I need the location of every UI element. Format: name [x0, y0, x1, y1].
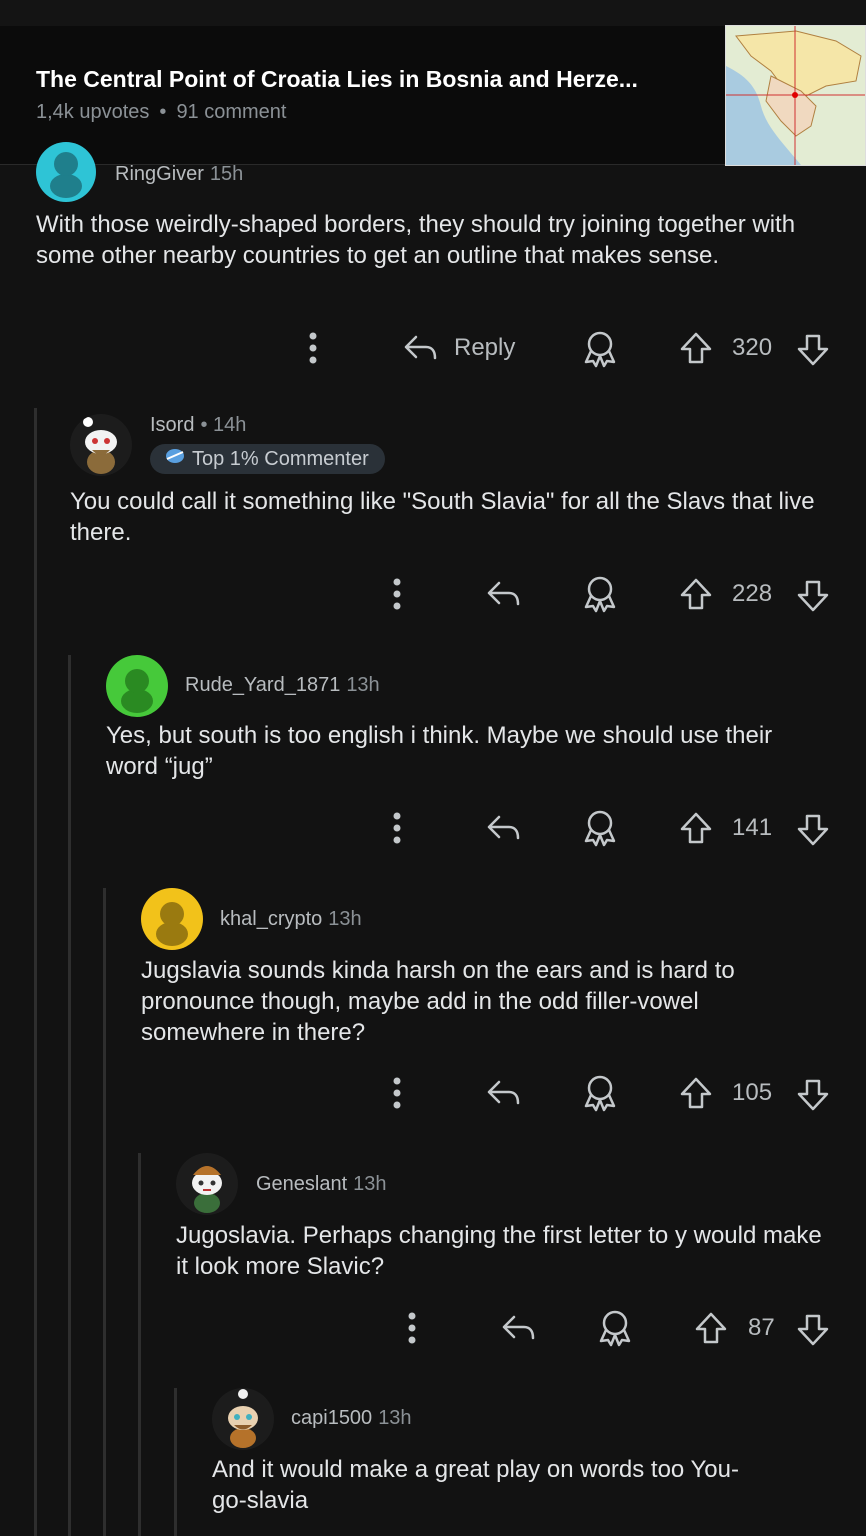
more-vertical-icon[interactable] — [403, 1311, 421, 1345]
upvote-arrow-icon[interactable] — [679, 811, 713, 845]
map-image — [726, 26, 865, 165]
comment-time: • 14h — [200, 414, 247, 436]
award-icon[interactable] — [582, 330, 618, 368]
avatar[interactable] — [176, 1153, 238, 1215]
reply-arrow-icon — [402, 332, 438, 364]
upvote-arrow-icon[interactable] — [694, 1311, 728, 1345]
score: 320 — [732, 334, 773, 361]
score: 141 — [732, 814, 773, 841]
downvote-arrow-icon[interactable] — [796, 1313, 830, 1347]
downvote-arrow-icon[interactable] — [796, 1078, 830, 1112]
award-icon[interactable] — [582, 575, 618, 613]
comment-time: 13h — [346, 674, 380, 696]
status-bar-area — [0, 0, 866, 26]
comment-time: 13h — [328, 908, 362, 930]
reply-button[interactable]: Reply — [402, 332, 515, 364]
downvote-arrow-icon[interactable] — [796, 333, 830, 367]
username[interactable]: khal_crypto — [220, 908, 322, 930]
thread-line[interactable] — [103, 888, 106, 1536]
username[interactable]: Rude_Yard_1871 — [185, 674, 340, 696]
comment-author[interactable]: RingGiver 15h — [115, 163, 243, 186]
more-vertical-icon[interactable] — [388, 811, 406, 845]
username[interactable]: Geneslant — [256, 1173, 347, 1195]
score: 105 — [732, 1079, 773, 1106]
avatar[interactable] — [36, 142, 96, 202]
separator-dot: • — [159, 101, 167, 123]
award-icon[interactable] — [582, 1074, 618, 1112]
comment-body: With those weirdly-shaped borders, they … — [36, 211, 796, 269]
reply-label[interactable]: Reply — [454, 334, 515, 362]
comment-body: Jugslavia sounds kinda harsh on the ears… — [141, 957, 735, 1046]
comment-time: 15h — [209, 163, 244, 185]
comment-time: 13h — [378, 1407, 412, 1429]
thread-line[interactable] — [138, 1153, 141, 1536]
post-comment-count: 91 comment — [176, 101, 287, 123]
comment-author[interactable]: khal_crypto 13h — [220, 908, 362, 931]
more-vertical-icon[interactable] — [388, 1076, 406, 1110]
avatar[interactable] — [141, 888, 203, 950]
more-vertical-icon[interactable] — [304, 331, 322, 365]
avatar[interactable] — [106, 655, 168, 717]
upvote-arrow-icon[interactable] — [679, 331, 713, 365]
comment-author[interactable]: Rude_Yard_1871 13h — [185, 674, 380, 697]
comment-author[interactable]: Isord • 14h — [150, 414, 246, 437]
username[interactable]: Isord — [150, 414, 194, 436]
thread-line[interactable] — [34, 408, 37, 1536]
downvote-arrow-icon[interactable] — [796, 813, 830, 847]
upvote-arrow-icon[interactable] — [679, 1076, 713, 1110]
comment-author[interactable]: Geneslant 13h — [256, 1173, 387, 1196]
comment-body: Jugoslavia. Perhaps changing the first l… — [176, 1222, 822, 1280]
reply-arrow-icon[interactable] — [485, 578, 521, 610]
thread-line[interactable] — [174, 1388, 177, 1536]
upvote-arrow-icon[interactable] — [679, 577, 713, 611]
username[interactable]: RingGiver — [115, 163, 204, 185]
thread-line[interactable] — [68, 655, 71, 1536]
post-thumbnail-map[interactable] — [725, 25, 866, 166]
comment-body: And it would make a great play on words … — [212, 1456, 739, 1514]
score: 228 — [732, 580, 773, 607]
more-vertical-icon[interactable] — [388, 577, 406, 611]
reply-arrow-icon[interactable] — [485, 1077, 521, 1109]
username[interactable]: capi1500 — [291, 1407, 372, 1429]
downvote-arrow-icon[interactable] — [796, 579, 830, 613]
award-icon[interactable] — [597, 1309, 633, 1347]
post-meta: 1,4k upvotes • 91 comment — [36, 101, 287, 124]
badge-icon — [164, 447, 186, 471]
reply-arrow-icon[interactable] — [500, 1312, 536, 1344]
avatar[interactable] — [70, 414, 132, 476]
post-title[interactable]: The Central Point of Croatia Lies in Bos… — [36, 66, 638, 93]
comment-body: You could call it something like "South … — [70, 488, 815, 546]
badge-label: Top 1% Commenter — [192, 447, 369, 470]
comment-time: 13h — [353, 1173, 387, 1195]
comment-author[interactable]: capi1500 13h — [291, 1407, 412, 1430]
reply-arrow-icon[interactable] — [485, 812, 521, 844]
comment-body: Yes, but south is too english i think. M… — [106, 722, 773, 780]
post-upvotes: 1,4k upvotes — [36, 101, 150, 123]
top-commenter-badge[interactable]: Top 1% Commenter — [150, 444, 385, 474]
avatar[interactable] — [212, 1388, 274, 1450]
award-icon[interactable] — [582, 809, 618, 847]
score: 87 — [748, 1314, 775, 1341]
